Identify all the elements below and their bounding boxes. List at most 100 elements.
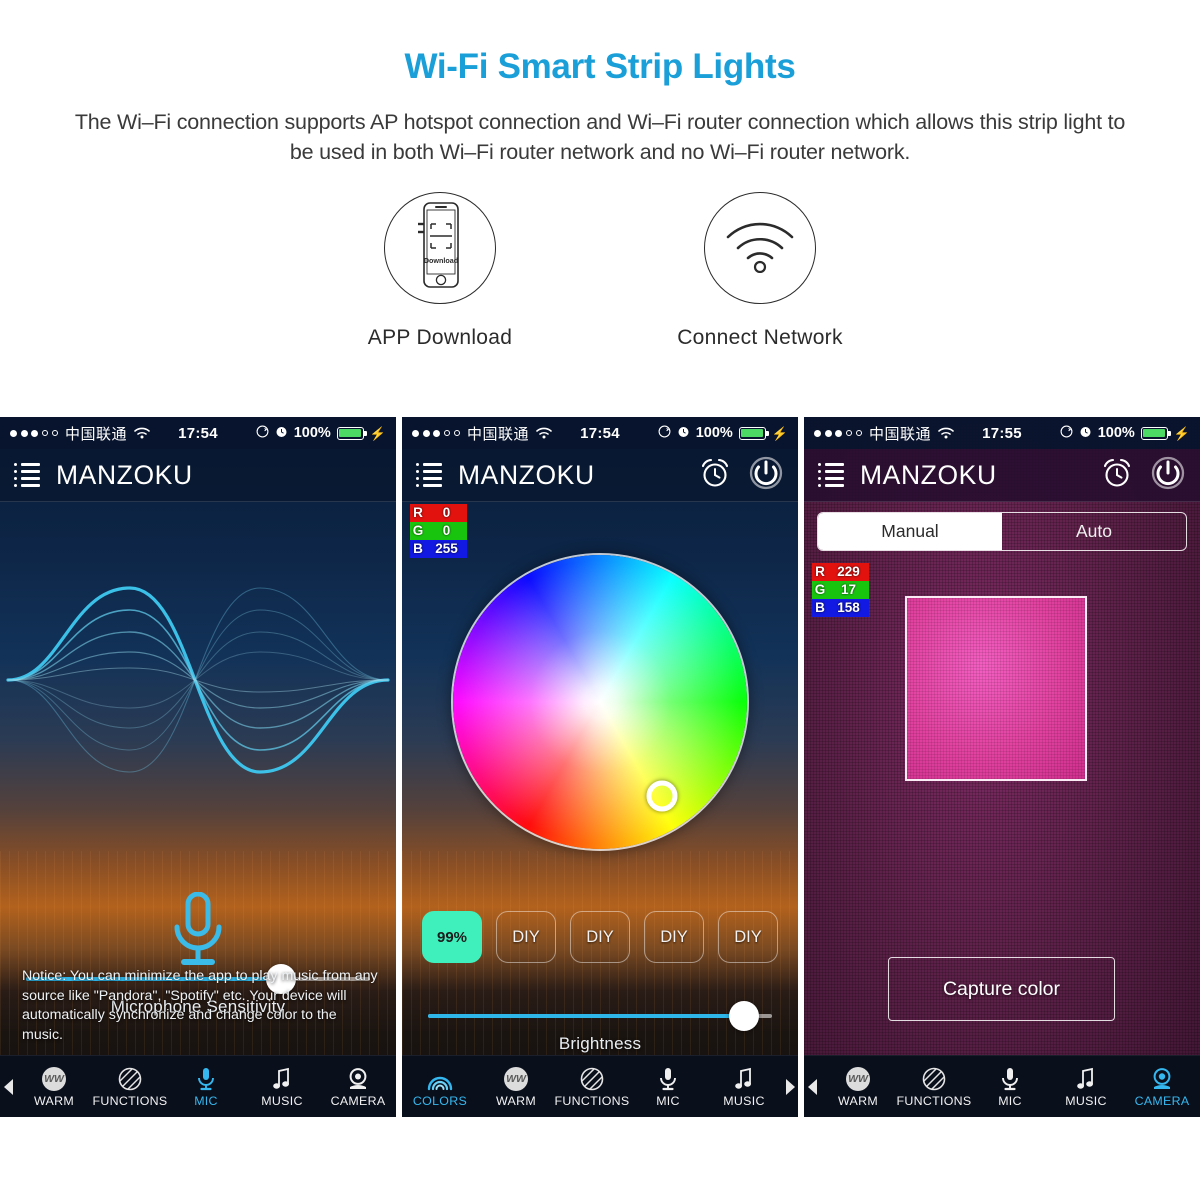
signal-dots-icon: [814, 429, 862, 437]
nav-item-mic[interactable]: MIC: [168, 1066, 244, 1108]
slider-knob[interactable]: [729, 1001, 760, 1031]
wifi-icon: [938, 427, 954, 439]
hatched-circle-icon: [580, 1066, 604, 1091]
color-wheel-knob[interactable]: [646, 780, 678, 812]
capture-color-button[interactable]: Capture color: [888, 957, 1115, 1021]
hamburger-icon[interactable]: [14, 462, 40, 488]
phone-screenshot-row: 中国联通 17:54 100% ⚡ MANZOKU Microphone Sen…: [0, 417, 1200, 1117]
nav-label-camera: CAMERA: [330, 1093, 386, 1108]
app-bar-1: MANZOKU: [0, 449, 396, 502]
music-note-icon: [734, 1066, 754, 1091]
rgb-key-r: R: [812, 563, 828, 581]
nav-item-warm[interactable]: WW WARM: [478, 1066, 554, 1108]
nav-label-mic: MIC: [998, 1093, 1022, 1108]
hamburger-icon[interactable]: [818, 462, 844, 488]
preset-button-brightness[interactable]: 99%: [422, 911, 482, 963]
rgb-key-g: G: [812, 581, 828, 599]
preset-button-diy-2[interactable]: DIY: [570, 911, 630, 963]
carrier-label: 中国联通: [65, 425, 128, 443]
nav-item-warm[interactable]: WW WARM: [820, 1066, 896, 1108]
preset-button-row: 99% DIY DIY DIY DIY: [422, 911, 778, 963]
webcam-icon: [1150, 1066, 1174, 1091]
preset-button-diy-4[interactable]: DIY: [718, 911, 778, 963]
brightness-slider[interactable]: Brightness: [428, 1001, 772, 1054]
hamburger-icon[interactable]: [416, 462, 442, 488]
color-wheel[interactable]: [451, 553, 749, 851]
nav-right-arrow-icon[interactable]: [782, 1078, 798, 1096]
alarm-icon: [677, 425, 690, 442]
bottom-nav-1: WW WARM FUNCTIONS MIC MUSIC CAMERA: [0, 1055, 396, 1117]
power-icon[interactable]: [748, 455, 784, 496]
nav-item-mic[interactable]: MIC: [630, 1066, 706, 1108]
nav-item-music[interactable]: MUSIC: [244, 1066, 320, 1108]
rgb-row-blue: B 255: [410, 540, 467, 558]
nav-item-colors[interactable]: COLORS: [402, 1066, 478, 1108]
nav-item-mic[interactable]: MIC: [972, 1066, 1048, 1108]
rgb-readout-2: R 0 G 0 B 255: [410, 504, 467, 558]
status-bar-3: 中国联通 17:55 100% ⚡: [804, 417, 1200, 449]
nav-item-warm[interactable]: WW WARM: [16, 1066, 92, 1108]
nav-item-functions[interactable]: FUNCTIONS: [554, 1066, 630, 1108]
ww-icon: WW: [846, 1066, 870, 1091]
bottom-nav-3: WW WARM FUNCTIONS MIC MUSIC CAMERA: [804, 1055, 1200, 1117]
page-subtitle: The Wi–Fi connection supports AP hotspot…: [74, 109, 1126, 165]
phone-download-icon: Download: [414, 202, 466, 293]
nav-left-arrow-icon[interactable]: [804, 1078, 820, 1096]
rainbow-icon: [427, 1066, 453, 1091]
segment-auto[interactable]: Auto: [1002, 513, 1186, 550]
rgb-key-b: B: [812, 599, 828, 617]
alarm-clock-icon[interactable]: [1100, 456, 1134, 495]
app-title-2: MANZOKU: [458, 459, 595, 490]
preset-button-diy-1[interactable]: DIY: [496, 911, 556, 963]
charging-bolt-icon: ⚡: [1173, 425, 1190, 441]
nav-item-functions[interactable]: FUNCTIONS: [896, 1066, 972, 1108]
ww-icon: WW: [42, 1066, 66, 1091]
alarm-clock-icon[interactable]: [698, 456, 732, 495]
rgb-row-green: G 17: [812, 581, 869, 599]
slider-track[interactable]: [428, 1001, 772, 1031]
alarm-icon: [1079, 425, 1092, 442]
wifi-icon: [134, 427, 150, 439]
page-header: Wi-Fi Smart Strip Lights The Wi–Fi conne…: [0, 0, 1200, 168]
rgb-value-g: 17: [828, 581, 869, 599]
slider-fill: [428, 1014, 745, 1018]
carrier-label: 中国联通: [467, 425, 530, 443]
status-bar-2: 中国联通 17:54 100% ⚡: [402, 417, 798, 449]
battery-percent-3: 100%: [1097, 425, 1135, 441]
rgb-value-g: 0: [426, 522, 467, 540]
battery-percent-2: 100%: [695, 425, 733, 441]
microphone-icon[interactable]: [0, 891, 396, 975]
feature-label-app-download: APP Download: [367, 325, 513, 349]
ww-icon: WW: [504, 1066, 528, 1091]
hatched-circle-icon: [118, 1066, 142, 1091]
nav-label-warm: WARM: [838, 1093, 878, 1108]
preset-button-diy-3[interactable]: DIY: [644, 911, 704, 963]
phone-screen-mic: 中国联通 17:54 100% ⚡ MANZOKU Microphone Sen…: [0, 417, 396, 1117]
connect-network-circle: [704, 191, 816, 304]
rgb-row-green: G 0: [410, 522, 467, 540]
hatched-circle-icon: [922, 1066, 946, 1091]
nav-item-camera[interactable]: CAMERA: [320, 1066, 396, 1108]
screen-content-colors: R 0 G 0 B 255 99% DIY DIY DIY DIY Bright…: [402, 502, 798, 1117]
power-icon[interactable]: [1150, 455, 1186, 496]
mode-segmented-control[interactable]: Manual Auto: [817, 512, 1187, 551]
nav-left-arrow-icon[interactable]: [0, 1078, 16, 1096]
rgb-value-r: 0: [426, 504, 467, 522]
battery-icon: [336, 426, 367, 440]
music-note-icon: [1076, 1066, 1096, 1091]
app-title-1: MANZOKU: [56, 459, 193, 490]
feature-app-download: Download APP Download: [345, 191, 535, 350]
wifi-icon: [536, 427, 552, 439]
nav-item-camera[interactable]: CAMERA: [1124, 1066, 1200, 1108]
rgb-key-r: R: [410, 504, 426, 522]
nav-item-music[interactable]: MUSIC: [706, 1066, 782, 1108]
battery-icon: [738, 426, 769, 440]
app-title-3: MANZOKU: [860, 459, 997, 490]
battery-icon: [1140, 426, 1171, 440]
nav-item-music[interactable]: MUSIC: [1048, 1066, 1124, 1108]
nav-item-functions[interactable]: FUNCTIONS: [92, 1066, 168, 1108]
segment-manual[interactable]: Manual: [818, 513, 1002, 550]
charging-bolt-icon: ⚡: [771, 425, 788, 441]
page-title: Wi-Fi Smart Strip Lights: [404, 47, 796, 86]
color-capture-preview[interactable]: [905, 596, 1087, 781]
